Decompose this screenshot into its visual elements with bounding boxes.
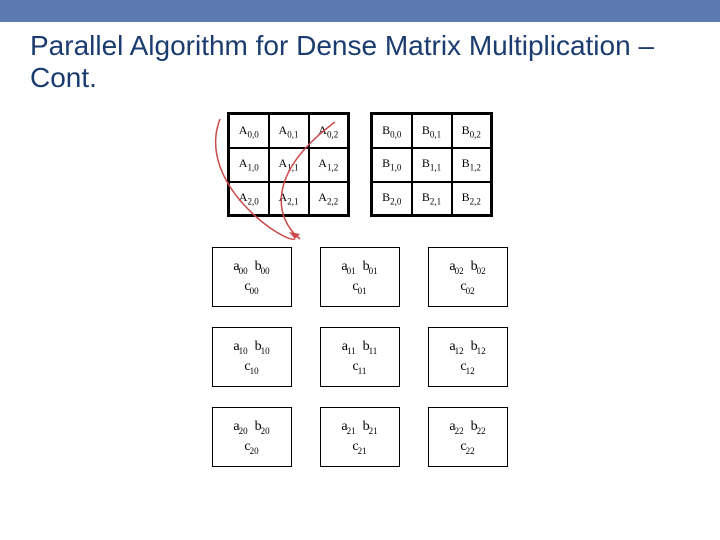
slide-title: Parallel Algorithm for Dense Matrix Mult… bbox=[0, 22, 720, 94]
proc-21: a21b21 c21 bbox=[320, 407, 400, 467]
matrix-b: B0,0 B0,1 B0,2 B1,0 B1,1 B1,2 B2,0 B2,1 … bbox=[370, 112, 493, 217]
cell-b21: B2,1 bbox=[412, 182, 452, 216]
cell-b11: B1,1 bbox=[412, 148, 452, 182]
matrix-a: A0,0 A0,1 A0,2 A1,0 A1,1 A1,2 A2,0 A2,1 … bbox=[227, 112, 350, 217]
proc-10: a10b10 c10 bbox=[212, 327, 292, 387]
proc-00: a00b00 c00 bbox=[212, 247, 292, 307]
proc-20: a20b20 c20 bbox=[212, 407, 292, 467]
proc-12: a12b12 c12 bbox=[428, 327, 508, 387]
proc-01: a01b01 c01 bbox=[320, 247, 400, 307]
processor-grid: a00b00 c00 a01b01 c01 a02b02 c02 a10b10 … bbox=[200, 247, 520, 467]
cell-a02: A0,2 bbox=[309, 114, 349, 148]
proc-22: a22b22 c22 bbox=[428, 407, 508, 467]
cell-a01: A0,1 bbox=[269, 114, 309, 148]
proc-11: a11b11 c11 bbox=[320, 327, 400, 387]
cell-a20: A2,0 bbox=[229, 182, 269, 216]
cell-a22: A2,2 bbox=[309, 182, 349, 216]
cell-b10: B1,0 bbox=[372, 148, 412, 182]
matrix-diagram: A0,0 A0,1 A0,2 A1,0 A1,1 A1,2 A2,0 A2,1 … bbox=[0, 112, 720, 217]
cell-a00: A0,0 bbox=[229, 114, 269, 148]
cell-b02: B0,2 bbox=[452, 114, 492, 148]
cell-b01: B0,1 bbox=[412, 114, 452, 148]
title-bar bbox=[0, 0, 720, 22]
cell-a21: A2,1 bbox=[269, 182, 309, 216]
proc-02: a02b02 c02 bbox=[428, 247, 508, 307]
cell-b12: B1,2 bbox=[452, 148, 492, 182]
cell-a11: A1,1 bbox=[269, 148, 309, 182]
cell-b00: B0,0 bbox=[372, 114, 412, 148]
cell-b22: B2,2 bbox=[452, 182, 492, 216]
cell-b20: B2,0 bbox=[372, 182, 412, 216]
cell-a12: A1,2 bbox=[309, 148, 349, 182]
cell-a10: A1,0 bbox=[229, 148, 269, 182]
